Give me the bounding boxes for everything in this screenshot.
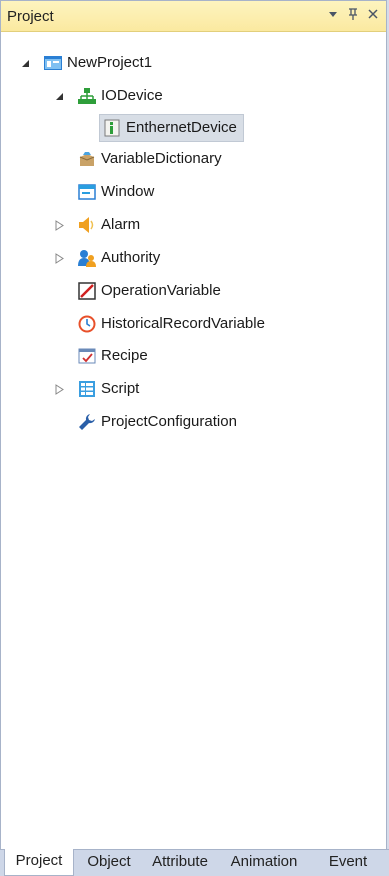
tree-node-ethernet-device[interactable]: EnthernetDevice bbox=[99, 114, 244, 142]
tree-node-label: EnthernetDevice bbox=[126, 119, 237, 136]
tree-node-alarm[interactable]: Alarm bbox=[53, 211, 142, 239]
bottom-tab-bar: Project Object Attribute Animation Event bbox=[0, 849, 389, 876]
dictionary-icon bbox=[77, 149, 97, 169]
tree-node-iodevice[interactable]: IODevice bbox=[53, 82, 165, 110]
users-icon bbox=[77, 248, 97, 268]
tab-project[interactable]: Project bbox=[4, 849, 74, 876]
panel-title-bar: Project bbox=[1, 1, 386, 32]
tree-node-window[interactable]: Window bbox=[77, 178, 156, 206]
speaker-icon bbox=[77, 215, 97, 235]
project-icon bbox=[43, 53, 63, 73]
tree-node-authority[interactable]: Authority bbox=[53, 244, 162, 272]
dropdown-icon[interactable] bbox=[325, 5, 341, 23]
clock-icon bbox=[77, 314, 97, 334]
tab-animation[interactable]: Animation bbox=[220, 850, 308, 875]
tree-node-historical-record-variable[interactable]: HistoricalRecordVariable bbox=[77, 310, 267, 338]
device-icon bbox=[102, 118, 122, 138]
script-icon bbox=[77, 379, 97, 399]
tree-node-label: OperationVariable bbox=[101, 282, 221, 299]
tree-node-label: Alarm bbox=[101, 216, 141, 233]
tree-node-label: ProjectConfiguration bbox=[101, 413, 237, 430]
tree-node-label: Recipe bbox=[101, 347, 148, 364]
tree-node-project-configuration[interactable]: ProjectConfiguration bbox=[77, 408, 239, 436]
expanded-arrow-icon[interactable] bbox=[53, 90, 65, 102]
tree-node-recipe[interactable]: Recipe bbox=[77, 342, 150, 370]
close-icon[interactable] bbox=[365, 5, 381, 23]
tree-node-label: Authority bbox=[101, 249, 161, 266]
selection-highlight: EnthernetDevice bbox=[99, 114, 244, 142]
collapsed-arrow-icon[interactable] bbox=[53, 383, 65, 395]
wrench-icon bbox=[77, 412, 97, 432]
tree-node-label: Script bbox=[101, 380, 140, 397]
project-panel: Project NewProject1 IODevice EnthernetDe… bbox=[0, 0, 387, 849]
operation-icon bbox=[77, 281, 97, 301]
tree-node-script[interactable]: Script bbox=[53, 375, 141, 403]
expanded-arrow-icon[interactable] bbox=[19, 57, 31, 69]
tree-node-label: Window bbox=[101, 183, 155, 200]
tree-node-variable-dictionary[interactable]: VariableDictionary bbox=[77, 145, 224, 173]
tree-node-label: IODevice bbox=[101, 87, 163, 104]
panel-title: Project bbox=[7, 8, 54, 25]
tab-object[interactable]: Object bbox=[79, 850, 139, 875]
title-bar-buttons bbox=[325, 5, 381, 23]
tab-event[interactable]: Event bbox=[312, 850, 384, 875]
tree-node-label: VariableDictionary bbox=[101, 150, 222, 167]
pin-icon[interactable] bbox=[345, 5, 361, 23]
window-icon bbox=[77, 182, 97, 202]
network-icon bbox=[77, 86, 97, 106]
collapsed-arrow-icon[interactable] bbox=[53, 219, 65, 231]
tree-node-operation-variable[interactable]: OperationVariable bbox=[77, 277, 223, 305]
tree-node-label: HistoricalRecordVariable bbox=[101, 315, 265, 332]
recipe-icon bbox=[77, 346, 97, 366]
tab-attribute[interactable]: Attribute bbox=[143, 850, 217, 875]
tree-node-root[interactable]: NewProject1 bbox=[19, 49, 154, 77]
collapsed-arrow-icon[interactable] bbox=[53, 252, 65, 264]
tree-node-label: NewProject1 bbox=[67, 54, 153, 71]
